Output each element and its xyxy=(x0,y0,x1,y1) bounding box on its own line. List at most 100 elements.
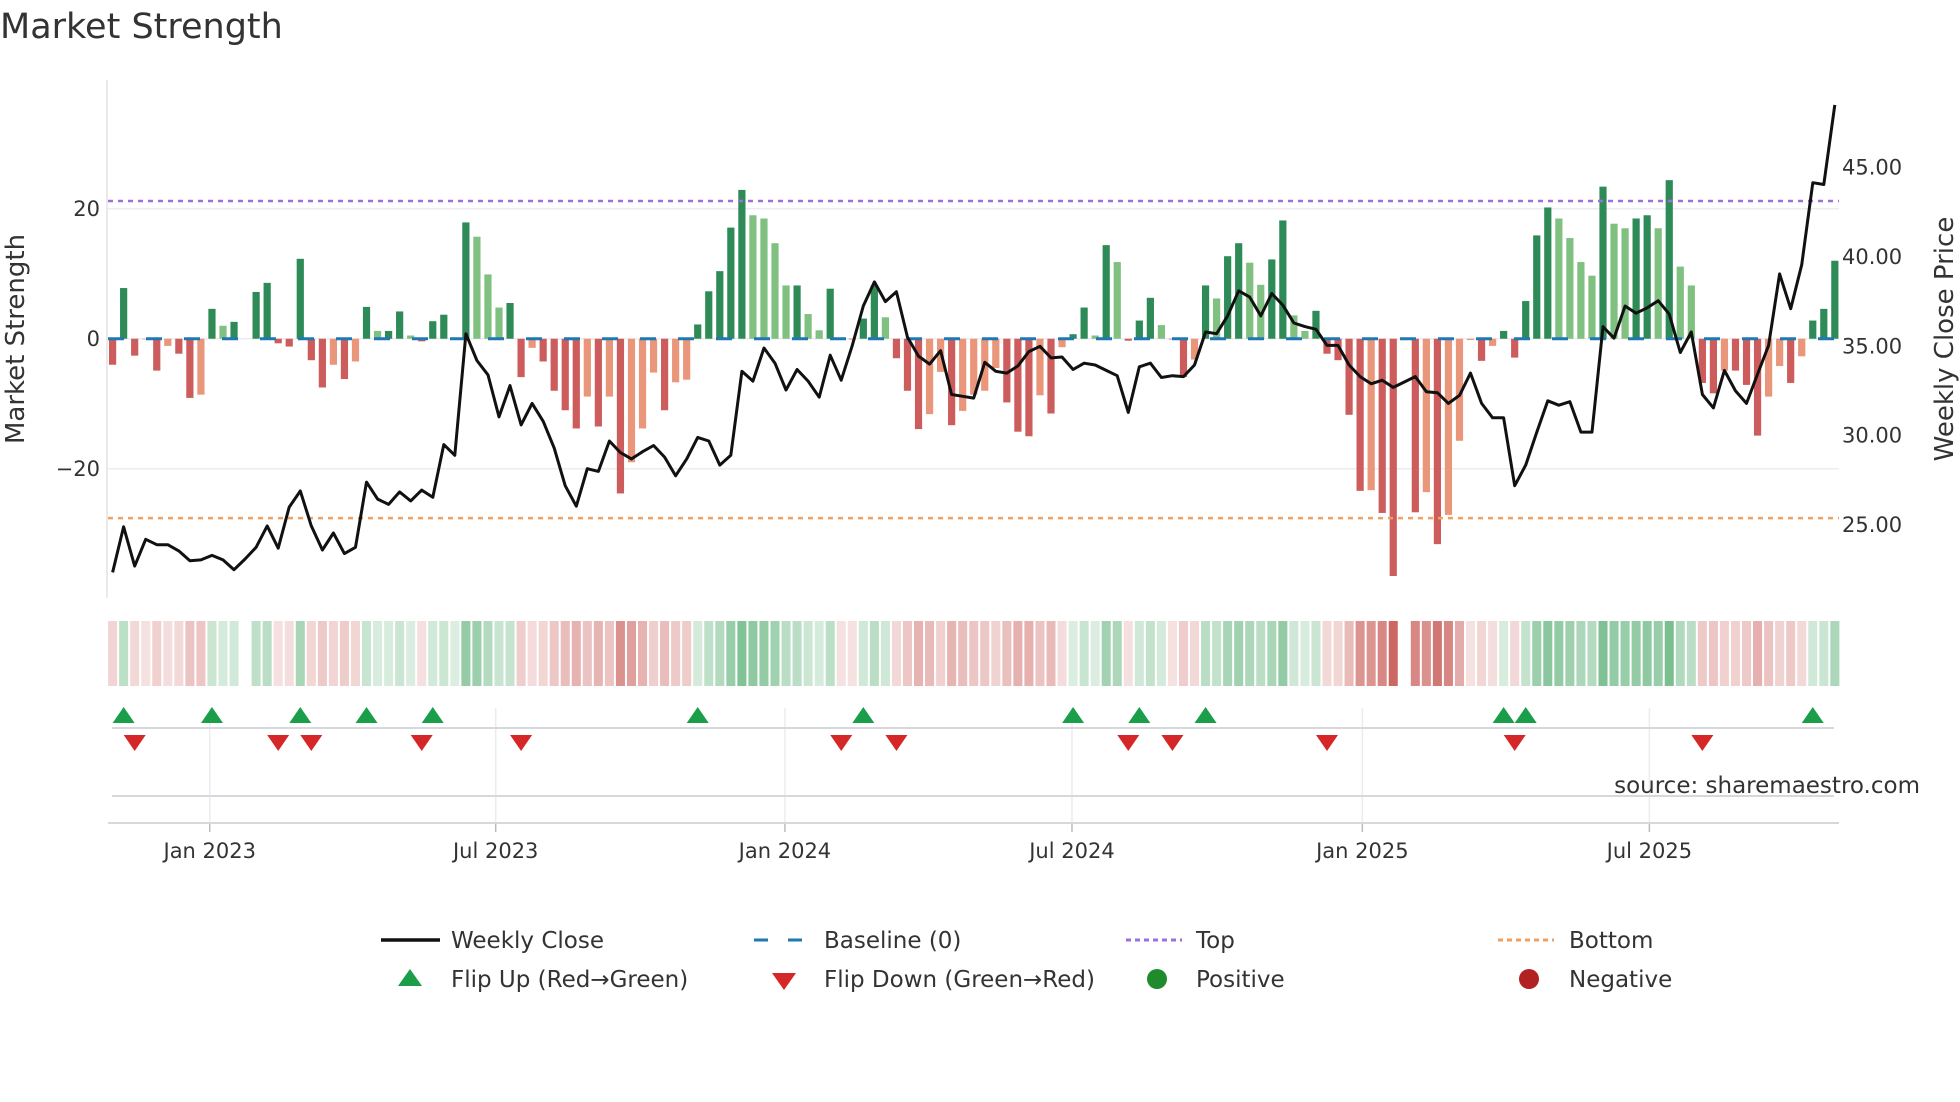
strip-cell xyxy=(737,621,747,686)
strip-cell xyxy=(229,621,239,686)
strip-cell xyxy=(571,621,581,686)
positive-bar xyxy=(727,227,735,339)
positive-bar xyxy=(859,318,867,339)
strip-cell xyxy=(1366,621,1376,686)
positive-bar xyxy=(771,243,779,339)
negative-bar xyxy=(1798,338,1806,357)
flip-up-marker xyxy=(1492,707,1515,723)
positive-bar xyxy=(694,324,702,339)
strip-cell xyxy=(1256,621,1266,686)
positive-bar xyxy=(473,236,481,339)
negative-bar xyxy=(1742,338,1751,385)
negative-bar xyxy=(1466,338,1475,341)
positive-bar xyxy=(396,311,404,339)
negative-bar xyxy=(992,338,1000,368)
strip-cell xyxy=(1101,621,1111,686)
strip-cell xyxy=(1686,621,1696,686)
strip-cell xyxy=(1388,621,1398,686)
positive-bar xyxy=(782,285,790,339)
positive-bar xyxy=(263,282,271,339)
strip-cell xyxy=(130,621,140,686)
right-axis-ticks: 45.00 40.00 35.00 30.00 25.00 xyxy=(1842,156,1902,538)
strip-cell xyxy=(991,621,1001,686)
negative-bar xyxy=(1345,338,1353,415)
positive-bar xyxy=(440,314,448,339)
flip-down-marker xyxy=(885,735,908,751)
strip-cell xyxy=(1267,621,1277,686)
legend-item-positive: Positive xyxy=(1147,967,1285,993)
positive-bar xyxy=(1102,245,1110,339)
strip-cell xyxy=(1156,621,1166,686)
positive-bar xyxy=(1577,262,1585,339)
legend-label: Positive xyxy=(1196,967,1285,993)
positive-bar xyxy=(1654,228,1662,339)
strip-cell xyxy=(152,621,162,686)
negative-bar xyxy=(186,338,194,398)
strip-cell xyxy=(295,621,305,686)
strip-cell xyxy=(1035,621,1045,686)
strip-cell xyxy=(660,621,670,686)
negative-bar xyxy=(1511,338,1519,358)
strip-cell xyxy=(825,621,835,686)
strip-cell xyxy=(803,621,813,686)
strip-cell xyxy=(1057,621,1067,686)
strip-cell xyxy=(1532,621,1542,686)
flip-down-marker xyxy=(510,735,533,751)
strip-cell xyxy=(1719,621,1729,686)
y2-tick-label: 40.00 xyxy=(1842,245,1902,269)
flip-up-marker xyxy=(289,707,312,723)
strip-cell xyxy=(925,621,935,686)
strip-cell xyxy=(1598,621,1608,686)
strip-cell xyxy=(1410,621,1420,686)
strip-cell xyxy=(1344,621,1354,686)
strip-cell xyxy=(560,621,570,686)
legend-item-top: Top xyxy=(1126,928,1235,954)
strip-cell xyxy=(649,621,659,686)
flip-down-marker xyxy=(410,735,433,751)
strip-cell xyxy=(880,621,890,686)
flip-down-marker xyxy=(1161,735,1184,751)
negative-bar xyxy=(1720,338,1729,371)
flip-up-marker xyxy=(200,707,223,723)
strip-cell xyxy=(1068,621,1078,686)
negative-bar xyxy=(1014,338,1022,432)
strip-cell xyxy=(1664,621,1674,686)
strip-cell xyxy=(1443,621,1453,686)
strip-cell xyxy=(1112,621,1122,686)
positive-bar xyxy=(738,189,746,339)
strip-cell xyxy=(505,621,515,686)
strip-cell xyxy=(759,621,769,686)
negative-bar xyxy=(903,338,912,391)
positive-bar xyxy=(462,222,470,339)
positive-bar xyxy=(252,291,260,339)
positive-bar xyxy=(1544,207,1552,339)
legend-item-flip-up: Flip Up (Red→Green) xyxy=(398,967,688,993)
negative-bar xyxy=(583,338,591,397)
strip-cell xyxy=(770,621,780,686)
strip-cell xyxy=(1090,621,1100,686)
negative-bar xyxy=(1356,338,1364,491)
legend-label: Negative xyxy=(1569,967,1672,993)
negative-bar xyxy=(285,338,293,347)
positive-bar xyxy=(815,330,823,339)
legend-label: Flip Up (Red→Green) xyxy=(451,967,688,993)
strip-cell xyxy=(1421,621,1431,686)
strip-cell xyxy=(284,621,294,686)
strip-cell xyxy=(615,621,625,686)
strip-cell xyxy=(1753,621,1763,686)
strip-cell xyxy=(1355,621,1365,686)
strip-cell xyxy=(1377,621,1387,686)
positive-bar xyxy=(760,218,768,339)
strip-cell xyxy=(1311,621,1321,686)
y-axis-label: Market Strength xyxy=(1,234,31,444)
positive-bar xyxy=(506,303,514,339)
strip-cell xyxy=(1576,621,1586,686)
positive-bar xyxy=(1566,238,1574,339)
strip-cell xyxy=(1002,621,1012,686)
x-tick-label: Jul 2025 xyxy=(1605,839,1692,863)
negative-bar xyxy=(1179,338,1188,378)
negative-bar xyxy=(1422,338,1430,493)
positive-bar xyxy=(1224,256,1232,339)
legend-label: Flip Down (Green→Red) xyxy=(824,967,1095,993)
y2-tick-label: 30.00 xyxy=(1842,424,1902,448)
